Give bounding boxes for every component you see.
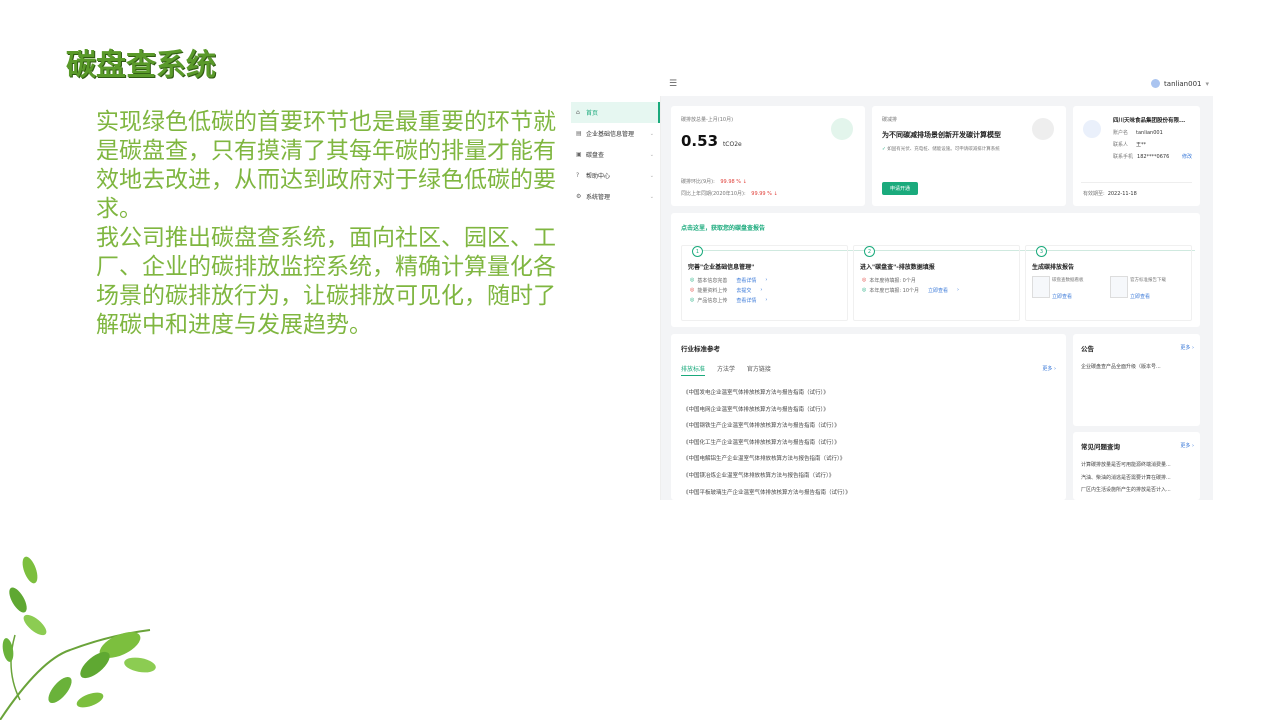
user-menu[interactable]: tanlian001 ▾ bbox=[1151, 79, 1209, 88]
list-item: ◎ 基本信息完善 查看详情 › bbox=[690, 277, 768, 284]
company-icon bbox=[1083, 120, 1101, 138]
list-item[interactable]: 《中国发电企业温室气体排放核算方法与报告指南（试行）》 bbox=[683, 385, 851, 402]
list-item[interactable]: 《中国电解铝生产企业温室气体排放核算方法与报告指南（试行）》 bbox=[683, 451, 851, 468]
doc-icon: ▣ bbox=[576, 151, 582, 158]
list-item[interactable]: 《中国电网企业温室气体排放核算方法与报告指南（试行）》 bbox=[683, 402, 851, 419]
notice-card: 公告 更多 › 企业碳盘查产品全面升级（版本号... bbox=[1073, 334, 1200, 426]
report-card: 点击这里，获取您的碳盘查报告 1 完善"企业基础信息管理" ◎ 基本信息完善 查看详… bbox=[671, 213, 1200, 327]
faq-item[interactable]: 计算碳排放量是否可用能源终端消费量... bbox=[1081, 459, 1171, 472]
check-icon: ✓ bbox=[882, 147, 886, 152]
dashboard-doc-icon bbox=[1032, 276, 1050, 298]
list-item[interactable]: 《中国化工生产企业温室气体排放核算方法与报告指南（试行）》 bbox=[683, 435, 851, 452]
username: tanlian001 bbox=[1164, 79, 1202, 88]
chevron-down-icon: ⌄ bbox=[649, 130, 654, 137]
building-icon: ▤ bbox=[576, 130, 582, 137]
step-1: 1 完善"企业基础信息管理" ◎ 基本信息完善 查看详情 › ◎ 能量资料上传 去提交 › … bbox=[681, 245, 848, 321]
sidebar-item-help[interactable]: ? 帮助中心 ⌄ bbox=[571, 165, 660, 186]
tab-official-links[interactable]: 官方链接 bbox=[747, 366, 771, 373]
step-3: 3 生成碳排放报告 碳盘查数据看板 立即查看 官方标准报告下载 立即查看 bbox=[1025, 245, 1192, 321]
more-link[interactable]: 更多 › bbox=[1180, 344, 1194, 351]
sidebar-item-company[interactable]: ▤ 企业基础信息管理 ⌄ bbox=[571, 123, 660, 144]
paragraph-1: 实现绿色低碳的首要环节也是最重要的环节就是碳盘查，只有摸清了其每年碳的排量才能有… bbox=[96, 109, 556, 222]
sidebar-item-home[interactable]: ⌂ 首页 bbox=[571, 102, 660, 123]
arrow-down-icon: ↓ bbox=[742, 179, 747, 185]
sidebar: ⌂ 首页 ▤ 企业基础信息管理 ⌄ ▣ 碳盘查 ⌄ ? 帮助中心 ⌄ ⚙ 系统管… bbox=[571, 96, 661, 500]
notice-item[interactable]: 企业碳盘查产品全面升级（版本号... bbox=[1081, 363, 1161, 370]
paragraph-2: 我公司推出碳盘查系统，面向社区、园区、工厂、企业的碳排放监控系统，精确计算量化各… bbox=[96, 225, 556, 338]
faq-item[interactable]: 厂区内生活设施所产生的排放是否计入... bbox=[1081, 484, 1171, 497]
list-item[interactable]: 《中国钢铁生产企业温室气体排放核算方法与报告指南（试行）》 bbox=[683, 418, 851, 435]
home-icon: ⌂ bbox=[576, 109, 580, 116]
more-link[interactable]: 更多 › bbox=[1042, 365, 1056, 372]
slide-body: 实现绿色低碳的首要环节也是最重要的环节就是碳盘查，只有摸清了其每年碳的排量才能有… bbox=[96, 108, 566, 340]
app-screenshot: ☰ tanlian001 ▾ ⌂ 首页 ▤ 企业基础信息管理 ⌄ ▣ 碳盘查 ⌄… bbox=[571, 74, 1213, 500]
tab-methodology[interactable]: 方法学 bbox=[717, 366, 735, 373]
chevron-down-icon: ⌄ bbox=[649, 193, 654, 200]
reduction-card: 碳减排 为不同碳减排场景创新开发碳计算模型 ✓ 如固有光伏、充电桩、储能设施。可… bbox=[872, 106, 1066, 206]
avatar bbox=[1151, 79, 1161, 88]
warning-circle-icon: ◎ bbox=[690, 287, 695, 293]
sidebar-item-inventory[interactable]: ▣ 碳盘查 ⌄ bbox=[571, 144, 660, 165]
step-2: 2 进入"碳盘查"-排放数据填报 ◎ 本年度待填报: 0个月 ◎ 本年度已填报: 1… bbox=[853, 245, 1020, 321]
emission-card: 碳排放总量-上月(10月) 0.53 tCO2e 碳排环比(9月): 99.98… bbox=[671, 106, 865, 206]
top-bar: ☰ tanlian001 ▾ bbox=[571, 74, 1213, 96]
emission-unit: tCO2e bbox=[722, 141, 742, 148]
menu-icon[interactable]: ☰ bbox=[669, 79, 677, 89]
factory-icon bbox=[831, 118, 853, 140]
more-link[interactable]: 更多 › bbox=[1180, 442, 1194, 449]
sidebar-item-system[interactable]: ⚙ 系统管理 ⌄ bbox=[571, 186, 660, 207]
slide-title: 碳盘查系统 bbox=[66, 48, 216, 83]
faq-item[interactable]: 汽油、柴油的消逃是否需要计算在碳排... bbox=[1081, 472, 1171, 485]
list-item: ◎ 本年度待填报: 0个月 bbox=[862, 277, 916, 284]
chevron-down-icon: ⌄ bbox=[649, 151, 654, 158]
check-circle-icon: ◎ bbox=[690, 277, 695, 283]
wind-turbine-icon bbox=[1032, 118, 1054, 140]
company-card: 四川天味食品集团股份有限... 账户名 tanlian001 联系人 王** 联系手… bbox=[1073, 106, 1200, 206]
tab-emission-standards[interactable]: 排放标准 bbox=[681, 366, 706, 376]
list-item[interactable]: 《中国平板玻璃生产企业温室气体排放核算方法与报告指南（试行）》 bbox=[683, 485, 851, 500]
chevron-down-icon: ▾ bbox=[1205, 79, 1209, 88]
faq-card: 常见问题查询 更多 › 计算碳排放量是否可用能源终端消费量... 汽油、柴油的消… bbox=[1073, 432, 1200, 500]
list-item[interactable]: 《中国镁冶炼企业温室气体排放核算方法与报告指南（试行）》 bbox=[683, 468, 851, 485]
settings-icon: ⚙ bbox=[576, 193, 582, 200]
list-item: ◎ 能量资料上传 去提交 › bbox=[690, 287, 763, 294]
help-icon: ? bbox=[576, 172, 580, 179]
check-circle-icon: ◎ bbox=[690, 297, 695, 303]
standards-list: 《中国发电企业温室气体排放核算方法与报告指南（试行）》 《中国电网企业温室气体排… bbox=[683, 385, 851, 500]
edit-link[interactable]: 修改 bbox=[1182, 153, 1192, 160]
list-item: ◎ 产品信息上传 查看详情 › bbox=[690, 297, 768, 304]
report-doc-icon bbox=[1110, 276, 1128, 298]
arrow-down-icon: ↓ bbox=[773, 191, 778, 197]
emission-value: 0.53 bbox=[681, 132, 719, 150]
leaf-decoration bbox=[0, 556, 156, 720]
chevron-down-icon: ⌄ bbox=[649, 172, 654, 179]
list-item: ◎ 本年度已填报: 10个月 立即查看 › bbox=[862, 287, 960, 294]
warning-circle-icon: ◎ bbox=[862, 277, 867, 283]
check-circle-icon: ◎ bbox=[862, 287, 867, 293]
apply-button[interactable]: 申请开通 bbox=[882, 182, 919, 195]
standards-card: 行业标准参考 排放标准 方法学 官方链接 更多 › 《中国发电企业温室气体排放核… bbox=[671, 334, 1066, 500]
